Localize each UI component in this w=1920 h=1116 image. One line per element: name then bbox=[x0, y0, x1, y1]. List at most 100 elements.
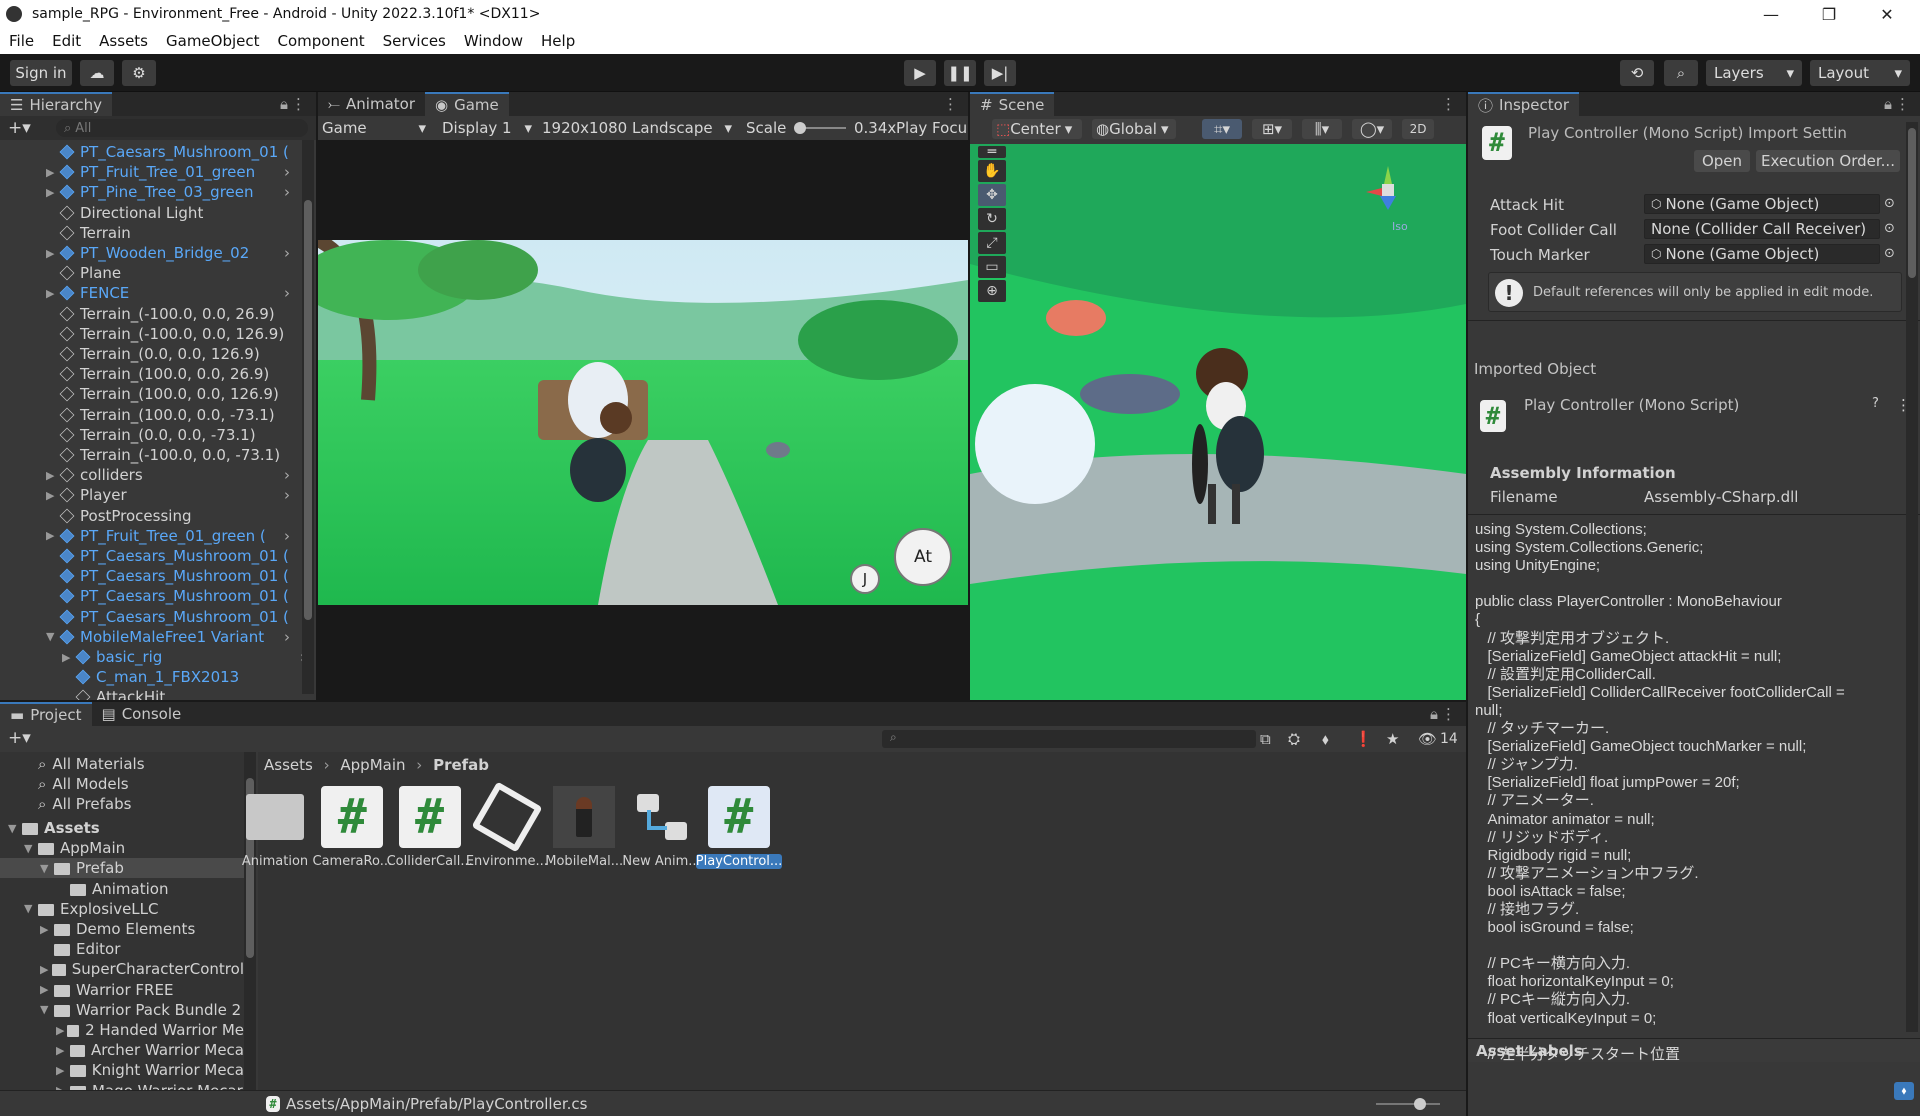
tab-project[interactable]: ▬ Project bbox=[0, 702, 92, 726]
hierarchy-item[interactable]: ▶ PT_Fruit_Tree_01_green › bbox=[46, 162, 296, 182]
project-folder-item[interactable]: ▶ Warrior FREE bbox=[0, 980, 244, 1000]
project-folder-item[interactable]: ▼ Warrior Pack Bundle 2 bbox=[0, 1000, 244, 1020]
expand-arrow-icon[interactable]: ▶ bbox=[46, 529, 60, 542]
kebab-menu-icon[interactable]: ⋮ bbox=[1895, 95, 1910, 113]
project-folder-item[interactable]: ▼ AppMain bbox=[0, 838, 244, 858]
new-animator-asset[interactable]: New Anim... bbox=[619, 786, 705, 869]
project-search-input[interactable]: ⌕ bbox=[882, 730, 1256, 748]
menu-edit[interactable]: Edit bbox=[43, 32, 90, 50]
favorite-search-item[interactable]: ⌕ All Materials bbox=[38, 754, 145, 774]
prefab-open-chevron-icon[interactable]: › bbox=[284, 527, 290, 545]
breadcrumb-prefab[interactable]: Prefab bbox=[433, 756, 489, 774]
camera-rotator-script-asset[interactable]: # CameraRo... bbox=[309, 786, 395, 869]
expand-arrow-icon[interactable]: ▶ bbox=[40, 983, 54, 996]
hierarchy-item[interactable]: ▶ PT_Fruit_Tree_01_green (› bbox=[46, 526, 296, 546]
animation-folder-asset[interactable]: Animation bbox=[232, 786, 318, 869]
environment-scene-asset[interactable]: Environme... bbox=[464, 781, 550, 869]
help-icon[interactable]: ? bbox=[1872, 396, 1879, 411]
project-folder-item[interactable]: ▼ ExplosiveLLC bbox=[0, 899, 244, 919]
expand-arrow-icon[interactable]: ▶ bbox=[46, 489, 60, 502]
kebab-menu-icon[interactable]: ⋮ bbox=[943, 95, 958, 113]
expand-arrow-icon[interactable]: ▶ bbox=[56, 1024, 67, 1037]
breadcrumb-assets[interactable]: Assets bbox=[264, 756, 313, 774]
expand-arrow-icon[interactable]: ▶ bbox=[46, 469, 60, 482]
layers-dropdown[interactable]: Layers ▾ bbox=[1706, 60, 1802, 86]
lock-icon[interactable]: 🔒︎ bbox=[280, 95, 288, 113]
hierarchy-item[interactable]: ▶basic_rig› bbox=[62, 647, 312, 667]
kebab-menu-icon[interactable]: ⋮ bbox=[1441, 705, 1456, 723]
menu-window[interactable]: Window bbox=[455, 32, 532, 50]
filter-label-icon[interactable]: ⬧ bbox=[1322, 730, 1329, 748]
menu-gameobject[interactable]: GameObject bbox=[157, 32, 269, 50]
expand-arrow-icon[interactable]: ▶ bbox=[46, 166, 60, 179]
hierarchy-item[interactable]: Terrain_(-100.0, 0.0, 126.9) bbox=[46, 324, 296, 344]
hierarchy-item[interactable]: PT_Caesars_Mushroom_01 ( bbox=[46, 546, 296, 566]
expand-arrow-icon[interactable]: ▶ bbox=[62, 651, 76, 664]
project-folder-item[interactable]: Editor bbox=[0, 939, 244, 959]
attack-hit-field[interactable]: ⬡ None (Game Object) bbox=[1644, 194, 1880, 214]
hierarchy-item[interactable]: PT_Caesars_Mushroom_01 ( bbox=[46, 142, 296, 162]
sign-in-button[interactable]: Sign in bbox=[10, 60, 72, 86]
collab-settings-icon[interactable]: ⚙ bbox=[122, 60, 156, 86]
favorite-star-icon[interactable]: ★ bbox=[1386, 730, 1399, 748]
add-icon[interactable]: +▾ bbox=[8, 728, 31, 748]
pause-button[interactable]: ❚❚ bbox=[944, 60, 976, 86]
play-button[interactable]: ▶ bbox=[904, 60, 936, 86]
menu-file[interactable]: File bbox=[0, 32, 43, 50]
hierarchy-item[interactable]: Terrain_(0.0, 0.0, 126.9) bbox=[46, 344, 296, 364]
close-button[interactable]: ✕ bbox=[1858, 0, 1916, 28]
attack-button[interactable]: At bbox=[894, 528, 952, 586]
hidden-packages-icon[interactable]: 👁︎ bbox=[1418, 730, 1437, 748]
filter-type-icon[interactable]: ⛭ bbox=[1288, 730, 1300, 748]
grid-snap-icon[interactable]: ⌗▾ bbox=[1202, 119, 1242, 139]
mobile-male-prefab-asset[interactable]: MobileMal... bbox=[541, 786, 627, 869]
hierarchy-item[interactable]: C_man_1_FBX2013 bbox=[62, 667, 312, 687]
expand-arrow-icon[interactable]: ▼ bbox=[40, 862, 54, 875]
lock-icon[interactable]: 🔒︎ bbox=[1884, 95, 1892, 113]
tab-console[interactable]: ▤ Console bbox=[92, 702, 192, 726]
search-icon[interactable]: ⌕ bbox=[1664, 60, 1698, 86]
tab-hierarchy[interactable]: ☰ Hierarchy bbox=[0, 92, 112, 116]
hierarchy-item[interactable]: Directional Light bbox=[46, 203, 296, 223]
play-controller-script-asset[interactable]: # PlayControl... bbox=[695, 786, 782, 869]
pivot-dropdown[interactable]: ⬚ Center ▾ bbox=[992, 119, 1082, 139]
maximize-button[interactable]: ❐ bbox=[1800, 0, 1858, 28]
icon-size-slider[interactable] bbox=[1376, 1098, 1440, 1110]
collider-call-script-asset[interactable]: # ColliderCall... bbox=[387, 786, 473, 869]
expand-arrow-icon[interactable]: ▶ bbox=[46, 186, 60, 199]
filter-issues-icon[interactable]: ❗ bbox=[1354, 730, 1373, 748]
project-folder-item[interactable]: ▼ Assets bbox=[0, 818, 244, 838]
display-dropdown[interactable]: Display 1 ▾ bbox=[442, 118, 532, 138]
object-picker-icon[interactable]: ⊙ bbox=[1884, 196, 1895, 211]
menu-component[interactable]: Component bbox=[269, 32, 374, 50]
hierarchy-item[interactable]: Terrain_(-100.0, 0.0, 26.9) bbox=[46, 304, 296, 324]
scale-tool-icon[interactable]: ⤢ bbox=[978, 232, 1006, 254]
prefab-open-chevron-icon[interactable]: › bbox=[284, 628, 290, 646]
asset-label-tag-icon[interactable]: ⬧ bbox=[1894, 1082, 1914, 1100]
project-folder-item[interactable]: Animation bbox=[0, 879, 244, 899]
project-folder-item[interactable]: ▶ Archer Warrior Meca bbox=[0, 1040, 244, 1060]
prefab-open-chevron-icon[interactable]: › bbox=[284, 244, 290, 262]
tab-scene[interactable]: # Scene bbox=[970, 92, 1055, 116]
lock-icon[interactable]: 🔒︎ bbox=[1430, 705, 1438, 723]
expand-arrow-icon[interactable]: ▼ bbox=[24, 842, 38, 855]
hierarchy-item[interactable]: PT_Caesars_Mushroom_01 ( bbox=[46, 566, 296, 586]
expand-arrow-icon[interactable]: ▼ bbox=[46, 630, 60, 643]
minimize-button[interactable]: — bbox=[1742, 0, 1800, 28]
expand-arrow-icon[interactable]: ▶ bbox=[46, 287, 60, 300]
search-scope-icon[interactable]: ⧉ bbox=[1260, 730, 1271, 748]
hierarchy-item[interactable]: PostProcessing bbox=[46, 506, 296, 526]
transform-tool-icon[interactable]: ⊕ bbox=[978, 280, 1006, 302]
expand-arrow-icon[interactable]: ▶ bbox=[56, 1064, 70, 1077]
hierarchy-scrollbar[interactable] bbox=[302, 140, 314, 694]
project-folder-item[interactable]: ▶ 2 Handed Warrior Me bbox=[0, 1020, 244, 1040]
prefab-open-chevron-icon[interactable]: › bbox=[284, 466, 290, 484]
hierarchy-item[interactable]: Terrain_(0.0, 0.0, -73.1) bbox=[46, 425, 296, 445]
prefab-open-chevron-icon[interactable]: › bbox=[284, 486, 290, 504]
expand-arrow-icon[interactable]: ▶ bbox=[40, 923, 54, 936]
hierarchy-item[interactable]: ▶ PT_Pine_Tree_03_green › bbox=[46, 182, 296, 202]
touch-marker-field[interactable]: ⬡ None (Game Object) bbox=[1644, 244, 1880, 264]
project-folder-item[interactable]: ▶ Knight Warrior Meca bbox=[0, 1060, 244, 1080]
breadcrumb-appmain[interactable]: AppMain bbox=[340, 756, 405, 774]
prefab-open-chevron-icon[interactable]: › bbox=[284, 284, 290, 302]
